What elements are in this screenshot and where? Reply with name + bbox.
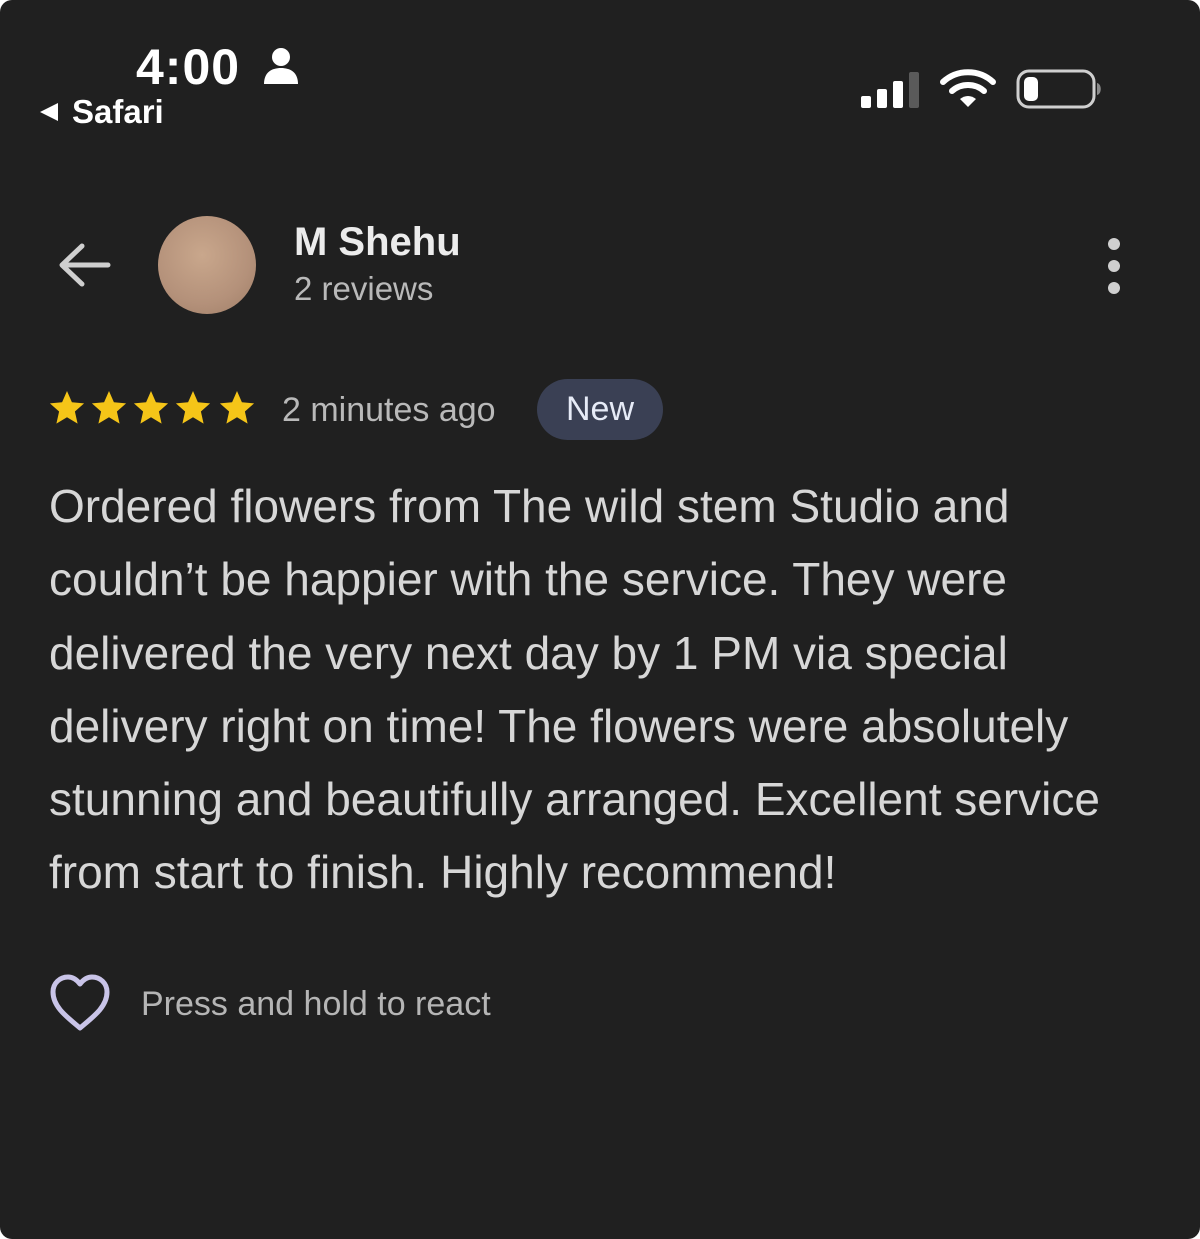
heart-outline-icon[interactable] <box>47 972 113 1034</box>
star-icon <box>133 391 169 424</box>
reviewer-review-count: 2 reviews <box>294 270 434 307</box>
new-badge: New <box>537 379 663 440</box>
battery-icon <box>1016 69 1101 109</box>
react-hint-label: Press and hold to react <box>141 985 491 1023</box>
signal-icon <box>861 72 919 108</box>
review-detail-screen: 4:00 Safari M Shehu 2 reviews 2 minutes … <box>0 0 1200 1239</box>
triangle-left-icon <box>40 103 58 121</box>
person-icon <box>264 48 298 84</box>
star-rating <box>49 391 255 424</box>
status-time: 4:00 <box>136 39 241 95</box>
more-vertical-icon[interactable] <box>1094 236 1134 296</box>
star-icon <box>49 391 85 424</box>
back-to-app-label: Safari <box>72 93 164 130</box>
star-icon <box>175 391 211 424</box>
arrow-left-icon[interactable] <box>52 232 118 298</box>
avatar[interactable] <box>158 216 256 314</box>
wifi-icon <box>940 69 996 107</box>
review-text: Ordered flowers from The wild stem Studi… <box>49 480 1100 899</box>
star-icon <box>91 391 127 424</box>
review-time: 2 minutes ago <box>282 391 496 429</box>
reviewer-name[interactable]: M Shehu <box>294 218 461 266</box>
back-to-app-link[interactable]: Safari <box>38 92 164 132</box>
star-icon <box>219 391 255 424</box>
